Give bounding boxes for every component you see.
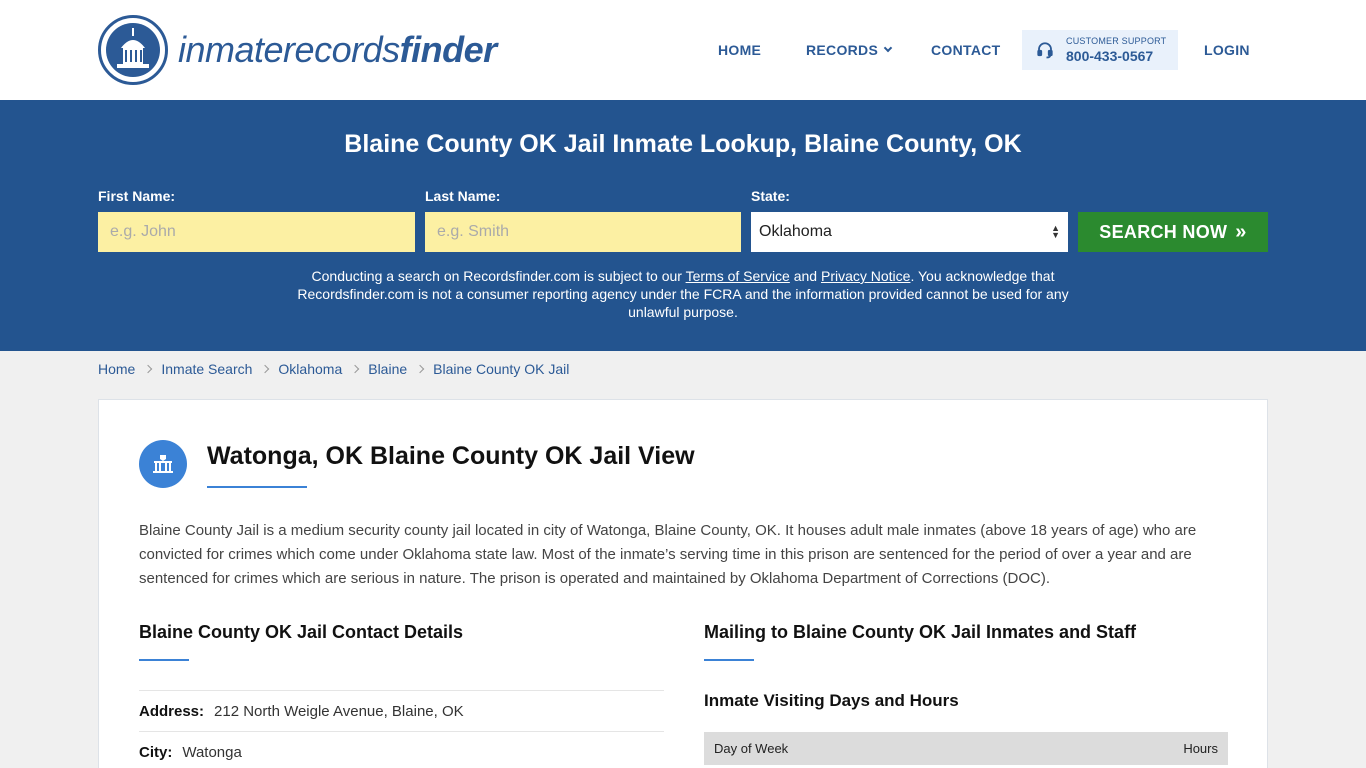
jail-description: Blaine County Jail is a medium security … [139,522,1197,587]
nav-login[interactable]: LOGIN [1204,30,1250,70]
column-hours: Hours [1183,741,1218,756]
select-arrows-icon: ▲ ▼ [1051,223,1060,240]
card-title: Watonga, OK Blaine County OK Jail View [207,442,695,470]
nav-contact[interactable]: CONTACT [931,30,1001,70]
site-logo[interactable]: inmaterecordsfinder [98,15,497,85]
jail-building-icon [139,440,187,488]
last-name-label: Last Name: [425,188,501,204]
address-label: Address: [139,703,205,720]
headset-icon [1037,42,1053,59]
chevron-down-icon [883,43,893,53]
chevron-right-icon [261,364,270,374]
nav-records[interactable]: RECORDS [806,30,893,70]
mailing-title: Mailing to Blaine County OK Jail Inmates… [704,622,1137,642]
address-value: 212 North Weigle Avenue, Blaine, OK [214,703,464,720]
city-value: Watonga [182,744,242,761]
chevron-right-icon [415,364,425,374]
nav-login-label: LOGIN [1204,42,1250,58]
nav-records-label: RECORDS [806,42,879,58]
search-hero: Blaine County OK Jail Inmate Lookup, Bla… [0,100,1366,351]
nav-home[interactable]: HOME [718,30,761,70]
search-disclaimer: Conducting a search on Recordsfinder.com… [270,267,1096,321]
privacy-notice-link[interactable]: Privacy Notice [821,268,910,284]
title-underline [207,486,307,488]
search-now-button[interactable]: SEARCH NOW » [1078,212,1268,252]
state-select[interactable]: Oklahoma ▲ ▼ [751,212,1068,252]
mailing-title-underline [704,659,754,661]
contact-title-underline [139,659,189,661]
search-button-label: SEARCH NOW [1099,221,1228,242]
breadcrumb-blaine[interactable]: Blaine [368,361,407,377]
support-phone: 800-433-0567 [1066,48,1154,64]
page-title: Blaine County OK Jail Inmate Lookup, Bla… [344,130,1022,158]
visiting-hours-title: Inmate Visiting Days and Hours [704,691,959,710]
visiting-table-header: Day of Week Hours [704,732,1228,765]
breadcrumb-bar: Home Inmate Search Oklahoma Blaine Blain… [0,351,1366,389]
breadcrumb-current[interactable]: Blaine County OK Jail [433,361,569,377]
capitol-logo-icon [98,15,168,85]
disclaimer-text-1: Conducting a search on Recordsfinder.com… [311,268,686,284]
breadcrumb-oklahoma[interactable]: Oklahoma [278,361,342,377]
breadcrumb-home[interactable]: Home [98,361,135,377]
contact-details-title: Blaine County OK Jail Contact Details [139,622,464,642]
city-row: City: Watonga [139,731,664,761]
terms-of-service-link[interactable]: Terms of Service [686,268,790,284]
logo-wordmark: inmaterecordsfinder [178,29,497,71]
breadcrumb: Home Inmate Search Oklahoma Blaine Blain… [98,361,569,377]
nav-home-label: HOME [718,42,762,58]
support-label: CUSTOMER SUPPORT [1066,36,1167,46]
disclaimer-text-2: and [789,268,821,284]
state-label: State: [751,188,790,204]
chevron-right-icon [144,364,153,374]
address-row: Address: 212 North Weigle Avenue, Blaine,… [139,690,664,720]
site-header: inmaterecordsfinder HOME RECORDS CONTACT… [0,0,1366,100]
column-day-of-week: Day of Week [714,741,789,756]
first-name-label: First Name: [98,188,176,204]
jail-info-card: Watonga, OK Blaine County OK Jail View B… [98,399,1268,768]
logo-part-2: finder [399,29,498,70]
double-chevron-right-icon: » [1235,220,1247,243]
nav-contact-label: CONTACT [931,42,1001,58]
customer-support-button[interactable]: CUSTOMER SUPPORT 800-433-0567 [1022,30,1178,70]
logo-part-1: inmaterecords [178,29,400,70]
chevron-right-icon [350,364,360,374]
city-label: City: [139,744,173,761]
last-name-input[interactable] [425,212,741,252]
breadcrumb-inmate-search[interactable]: Inmate Search [161,361,252,377]
first-name-input[interactable] [98,212,415,252]
state-selected-value: Oklahoma [759,223,832,240]
